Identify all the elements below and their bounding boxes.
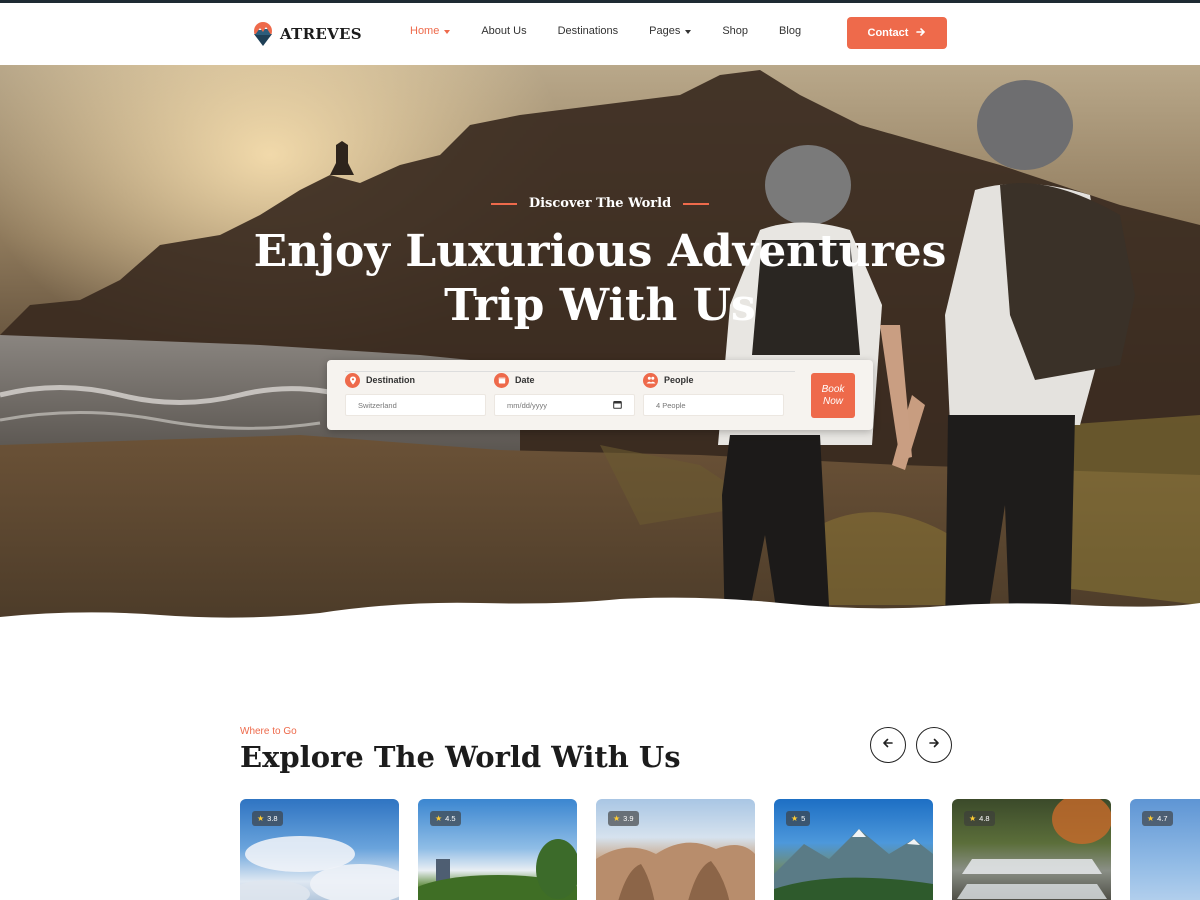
section-title: Explore The World With Us <box>240 740 681 774</box>
date-input[interactable]: mm/dd/yyyy <box>494 394 635 416</box>
rating-value: 4.8 <box>979 814 990 823</box>
destination-card[interactable]: ★ 3.9 <box>596 799 755 900</box>
mountain-logo-icon <box>252 21 274 47</box>
date-field: Date mm/dd/yyyy <box>494 372 635 416</box>
rating-value: 3.8 <box>267 814 278 823</box>
rating-value: 4.5 <box>445 814 456 823</box>
arrow-left-icon <box>882 736 894 754</box>
destination-card[interactable]: ★ 4.8 <box>952 799 1111 900</box>
destination-label: Destination <box>345 372 486 388</box>
people-placeholder: 4 People <box>656 400 686 410</box>
caret-down-icon <box>685 29 692 34</box>
star-icon: ★ <box>613 814 621 823</box>
contact-button-label: Contact <box>867 27 909 39</box>
star-icon: ★ <box>257 814 265 823</box>
booking-form: Destination Switzerland Date mm/dd/yyyy <box>327 360 873 430</box>
book-now-button[interactable]: Book Now <box>811 373 855 418</box>
date-placeholder: mm/dd/yyyy <box>507 400 548 410</box>
arrow-right-icon <box>916 27 926 40</box>
nav-item-pages[interactable]: Pages <box>649 25 692 37</box>
people-label: People <box>643 372 784 388</box>
rating-badge: ★ 4.5 <box>430 811 461 826</box>
section-kicker: Where to Go <box>240 726 297 737</box>
destination-label-text: Destination <box>366 375 416 385</box>
nav-label: Destinations <box>557 25 619 37</box>
hero-title: Enjoy Luxurious Adventures Trip With Us <box>0 225 1200 333</box>
hero-title-line-2: Trip With Us <box>444 280 756 331</box>
brand-name: ATREVES <box>280 25 362 43</box>
carousel-prev-button[interactable] <box>870 727 906 763</box>
caret-down-icon <box>444 29 451 34</box>
star-icon: ★ <box>791 814 799 823</box>
calendar-picker-icon[interactable] <box>613 400 622 411</box>
star-icon: ★ <box>969 814 977 823</box>
contact-button[interactable]: Contact <box>847 17 947 49</box>
nav-label: About Us <box>481 25 527 37</box>
rating-badge: ★ 4.7 <box>1142 811 1173 826</box>
main-nav: Home About Us Destinations Pages Shop Bl… <box>410 25 832 37</box>
rating-badge: ★ 3.8 <box>252 811 283 826</box>
people-field: People 4 People <box>643 372 784 416</box>
destination-card[interactable]: ★ 4.7 <box>1130 799 1200 900</box>
destination-card[interactable]: ★ 5 <box>774 799 933 900</box>
date-label-text: Date <box>515 375 535 385</box>
kicker-rule-right <box>683 202 710 205</box>
star-icon: ★ <box>1147 814 1155 823</box>
brand-logo[interactable]: ATREVES <box>252 19 362 49</box>
arrow-right-icon <box>928 736 940 754</box>
rating-badge: ★ 4.8 <box>964 811 995 826</box>
carousel-next-button[interactable] <box>916 727 952 763</box>
people-input[interactable]: 4 People <box>643 394 784 416</box>
people-label-text: People <box>664 375 694 385</box>
nav-label: Shop <box>722 25 749 37</box>
rating-badge: ★ 5 <box>786 811 811 826</box>
hero-kicker: Discover The World <box>0 196 1200 211</box>
destination-input[interactable]: Switzerland <box>345 394 486 416</box>
rating-badge: ★ 3.9 <box>608 811 639 826</box>
nav-label: Blog <box>779 25 802 37</box>
destination-placeholder: Switzerland <box>358 400 397 410</box>
rating-value: 5 <box>801 814 806 823</box>
book-now-label-2: Now <box>822 395 843 407</box>
rating-value: 4.7 <box>1157 814 1168 823</box>
destination-card[interactable]: ★ 4.5 <box>418 799 577 900</box>
hero-background-image <box>0 70 1200 635</box>
destination-field: Destination Switzerland <box>345 372 486 416</box>
destination-card[interactable]: ★ 3.8 <box>240 799 399 900</box>
hero-torn-edge <box>0 597 1200 635</box>
nav-label: Home <box>410 25 440 37</box>
nav-item-blog[interactable]: Blog <box>779 25 801 37</box>
calendar-icon <box>494 372 509 388</box>
kicker-rule-left <box>490 202 517 205</box>
hero-section: Discover The World Enjoy Luxurious Adven… <box>0 65 1200 635</box>
star-icon: ★ <box>435 814 443 823</box>
nav-item-about[interactable]: About Us <box>481 25 526 37</box>
hero-title-line-1: Enjoy Luxurious Adventures <box>253 226 947 277</box>
nav-item-destinations[interactable]: Destinations <box>558 25 619 37</box>
nav-item-home[interactable]: Home <box>410 25 451 37</box>
map-pin-icon <box>345 372 360 388</box>
users-icon <box>643 372 658 388</box>
hero-kicker-text: Discover The World <box>528 196 672 211</box>
site-header: ATREVES Home About Us Destinations Pages… <box>0 3 1200 65</box>
rating-value: 3.9 <box>623 814 634 823</box>
nav-label: Pages <box>649 25 681 37</box>
date-label: Date <box>494 372 635 388</box>
nav-item-shop[interactable]: Shop <box>722 25 748 37</box>
book-now-label-1: Book <box>821 383 845 395</box>
